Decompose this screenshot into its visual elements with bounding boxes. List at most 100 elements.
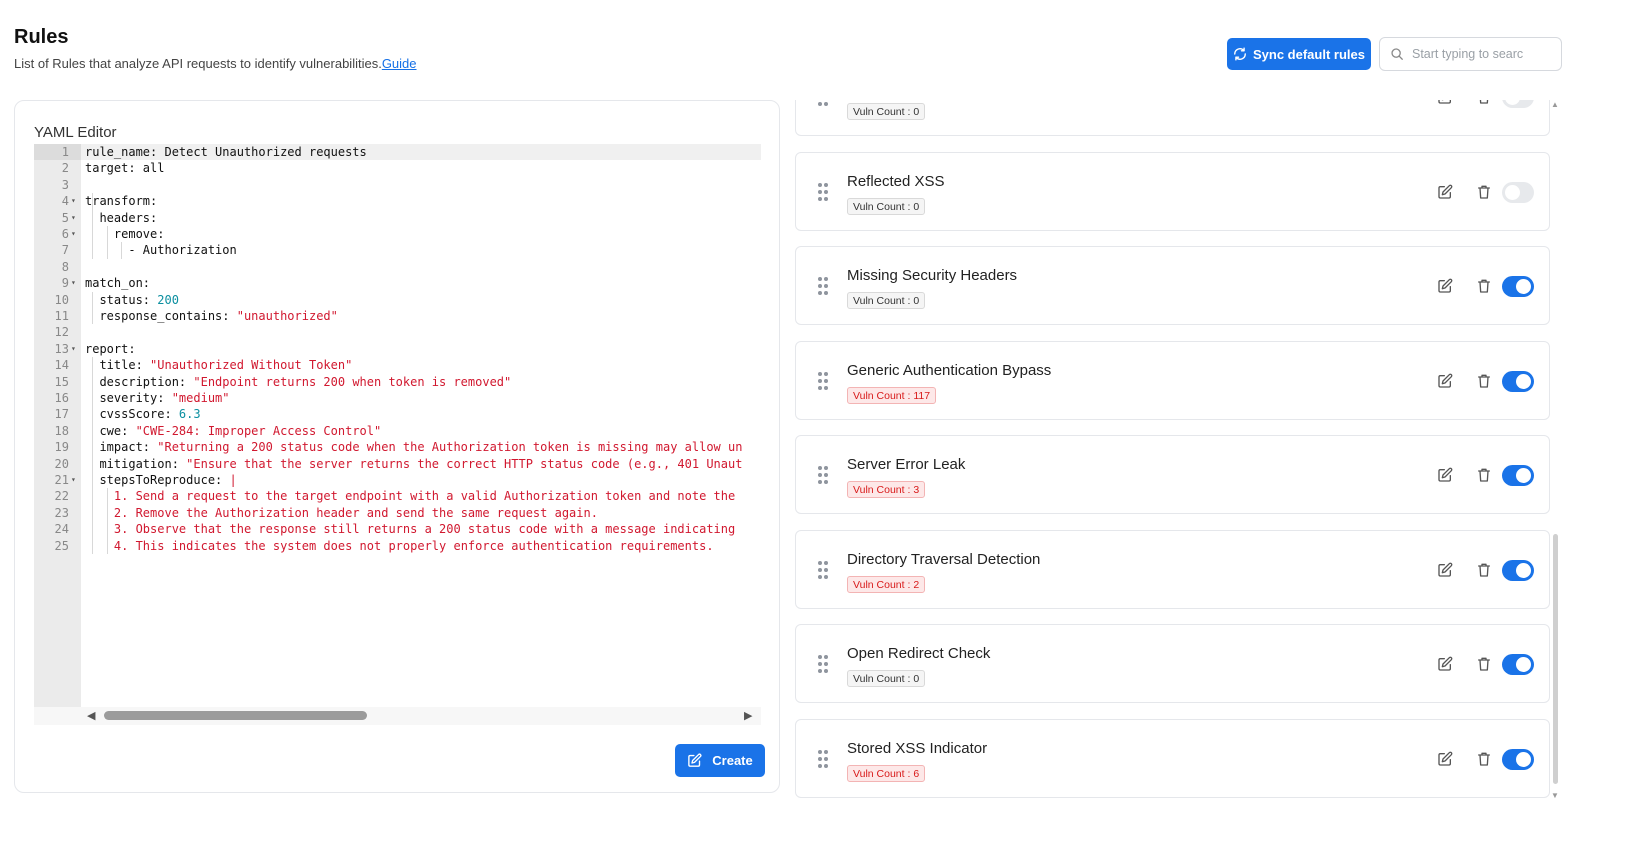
trash-icon[interactable] bbox=[1476, 100, 1492, 105]
fold-caret-icon[interactable]: ▾ bbox=[71, 193, 76, 209]
rule-enabled-toggle[interactable] bbox=[1502, 559, 1534, 581]
rule-enabled-toggle[interactable] bbox=[1502, 276, 1534, 297]
edit-icon[interactable] bbox=[1437, 751, 1453, 767]
vuln-count-badge: Vuln Count : 0 bbox=[847, 292, 926, 309]
code-number: 6.3 bbox=[178, 407, 201, 422]
trash-icon[interactable] bbox=[1476, 656, 1492, 672]
rule-card[interactable]: Server Error Leak Vuln Count : 3 bbox=[795, 435, 1550, 514]
edit-icon[interactable] bbox=[1437, 373, 1453, 389]
rule-card[interactable]: Stored XSS Indicator Vuln Count : 6 bbox=[795, 718, 1550, 798]
rules-list: Vuln Count : 0 Reflected XSS Vuln Count : … bbox=[795, 100, 1550, 800]
drag-handle-icon[interactable] bbox=[818, 466, 828, 484]
code-plain: headers: bbox=[85, 210, 158, 225]
scroll-down-icon[interactable]: ▼ bbox=[1551, 791, 1559, 800]
code-text: 1. Send a request to the target endpoint… bbox=[85, 488, 735, 504]
create-button[interactable]: Create bbox=[675, 744, 765, 777]
drag-dot bbox=[818, 662, 822, 666]
fold-caret-icon[interactable]: ▾ bbox=[71, 472, 76, 488]
rule-enabled-toggle[interactable] bbox=[1502, 465, 1534, 486]
code-string: "medium" bbox=[171, 391, 230, 405]
drag-handle-icon[interactable] bbox=[818, 655, 828, 673]
fold-caret-icon[interactable]: ▾ bbox=[71, 341, 76, 357]
rule-name: Server Error Leak bbox=[847, 456, 966, 473]
fold-caret-icon[interactable]: ▾ bbox=[71, 210, 76, 226]
drag-handle-icon[interactable] bbox=[818, 277, 828, 295]
drag-handle-icon[interactable] bbox=[818, 100, 828, 106]
vertical-scroll-thumb[interactable] bbox=[1553, 534, 1558, 784]
search-input[interactable] bbox=[1412, 47, 1542, 61]
guide-link[interactable]: Guide bbox=[382, 56, 417, 71]
line-number: 13 bbox=[54, 341, 69, 356]
drag-dot bbox=[824, 574, 828, 579]
edit-icon[interactable] bbox=[1437, 562, 1453, 578]
line-number: 1 bbox=[34, 144, 81, 161]
trash-icon[interactable] bbox=[1476, 278, 1492, 294]
line-number: 15 bbox=[54, 374, 69, 389]
code-text: rule_name: Detect Unauthorized requests bbox=[85, 144, 367, 160]
rule-card[interactable]: Reflected XSS Vuln Count : 0 bbox=[795, 151, 1550, 231]
rule-card[interactable]: Vuln Count : 0 bbox=[795, 100, 1550, 136]
code-plain: - Authorization bbox=[85, 243, 237, 258]
code-text: 2. Remove the Authorization header and s… bbox=[85, 505, 598, 521]
edit-icon[interactable] bbox=[1437, 467, 1453, 483]
sync-icon bbox=[1234, 47, 1246, 61]
edit-icon[interactable] bbox=[1437, 656, 1453, 672]
drag-dot bbox=[824, 567, 828, 572]
rule-enabled-toggle[interactable] bbox=[1502, 100, 1534, 108]
rule-card[interactable]: Missing Security Headers Vuln Count : 0 bbox=[795, 246, 1550, 325]
horizontal-scroll-thumb[interactable] bbox=[104, 711, 367, 720]
rule-enabled-toggle[interactable] bbox=[1502, 181, 1534, 203]
fold-caret-icon[interactable]: ▾ bbox=[71, 275, 76, 291]
drag-handle-icon[interactable] bbox=[818, 560, 828, 579]
horizontal-scrollbar[interactable]: ◀ ▶ bbox=[34, 707, 761, 725]
search-box[interactable] bbox=[1379, 37, 1562, 71]
rule-enabled-toggle[interactable] bbox=[1502, 748, 1534, 770]
code-plain: remove: bbox=[85, 227, 165, 241]
scroll-right-icon[interactable]: ▶ bbox=[744, 709, 752, 722]
code-text: response_contains: "unauthorized" bbox=[85, 308, 337, 324]
code-string: "Unauthorized Without Token" bbox=[150, 358, 353, 373]
vuln-count-badge: Vuln Count : 2 bbox=[847, 575, 926, 593]
edit-icon[interactable] bbox=[1437, 100, 1453, 105]
code-plain: target: all bbox=[85, 161, 165, 176]
code-plain: rule_name: Detect Unauthorized requests bbox=[85, 145, 367, 159]
code-plain bbox=[85, 522, 114, 536]
scroll-left-icon[interactable]: ◀ bbox=[87, 709, 95, 722]
code-plain: title: bbox=[85, 358, 151, 373]
rule-card[interactable]: Directory Traversal Detection Vuln Count … bbox=[795, 529, 1550, 609]
drag-handle-icon[interactable] bbox=[818, 182, 828, 201]
drag-dot bbox=[824, 196, 828, 201]
trash-icon[interactable] bbox=[1476, 751, 1492, 767]
rule-enabled-toggle[interactable] bbox=[1502, 370, 1534, 392]
trash-icon[interactable] bbox=[1476, 184, 1492, 200]
trash-icon[interactable] bbox=[1476, 562, 1492, 578]
trash-icon[interactable] bbox=[1476, 467, 1492, 483]
vuln-count-badge: Vuln Count : 0 bbox=[847, 103, 926, 120]
code-text: severity: "medium" bbox=[85, 390, 230, 406]
code-text: remove: bbox=[85, 226, 165, 242]
drag-dot bbox=[824, 284, 828, 288]
rule-card[interactable]: Open Redirect Check Vuln Count : 0 bbox=[795, 624, 1550, 703]
drag-handle-icon[interactable] bbox=[818, 371, 828, 390]
drag-dot bbox=[818, 749, 822, 754]
scroll-up-icon[interactable]: ▲ bbox=[1551, 100, 1559, 109]
sync-default-rules-button[interactable]: Sync default rules bbox=[1227, 38, 1371, 70]
code-editor[interactable]: 1 rule_name: Detect Unauthorized requests… bbox=[34, 144, 761, 725]
trash-icon[interactable] bbox=[1476, 373, 1492, 389]
rule-enabled-toggle[interactable] bbox=[1502, 654, 1534, 675]
fold-caret-icon[interactable]: ▾ bbox=[71, 226, 76, 242]
code-text: status: 200 bbox=[85, 292, 179, 308]
code-string: "Endpoint returns 200 when token is remo… bbox=[193, 374, 512, 389]
edit-icon[interactable] bbox=[1437, 184, 1453, 200]
edit-icon[interactable] bbox=[1437, 278, 1453, 294]
drag-dot bbox=[818, 189, 822, 194]
line-number: 6 bbox=[61, 227, 69, 241]
rule-name: Stored XSS Indicator bbox=[847, 739, 988, 757]
code-plain bbox=[85, 506, 114, 520]
code-text: headers: bbox=[85, 210, 157, 226]
code-string: "CWE-284: Improper Access Control" bbox=[135, 423, 382, 438]
rule-card[interactable]: Generic Authentication Bypass Vuln Count … bbox=[795, 340, 1550, 420]
rules-vertical-scrollbar[interactable]: ▲ ▼ bbox=[1551, 100, 1561, 800]
drag-handle-icon[interactable] bbox=[818, 749, 828, 768]
code-text: cvssScore: 6.3 bbox=[85, 406, 201, 422]
